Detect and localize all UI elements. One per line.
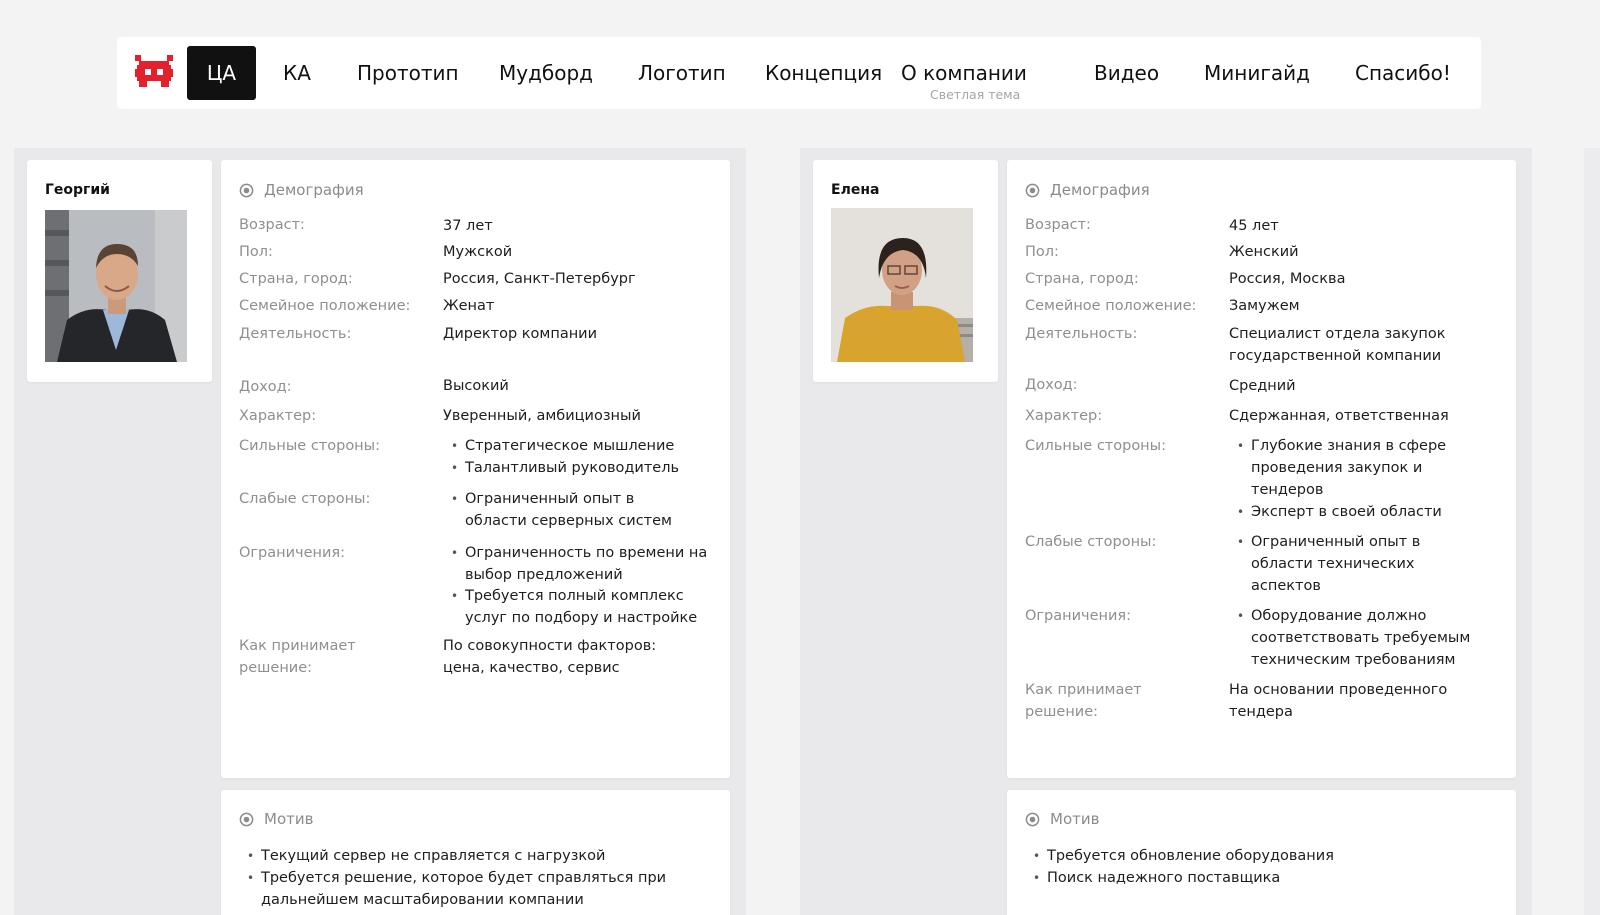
location-value: Россия, Москва <box>1229 271 1346 287</box>
strength-item: Глубокие знания в сфере проведения закуп… <box>1237 435 1466 501</box>
persona-photo-georgy <box>45 210 187 362</box>
strength-item: Талантливый руководитель <box>451 457 715 479</box>
character-value: Сдержанная, ответственная <box>1229 408 1449 424</box>
persona-panel-elena: Елена Демография Возраст: 45 лет Пол: Же… <box>800 148 1532 915</box>
gender-value: Мужской <box>443 244 513 260</box>
character-label: Характер: <box>1025 408 1103 424</box>
motive-title-text: Мотив <box>264 810 314 828</box>
motive-title: Мотив <box>239 810 313 828</box>
strengths-label: Сильные стороны: <box>1025 438 1166 454</box>
strength-item: Стратегическое мышление <box>451 435 715 457</box>
income-value: Высокий <box>443 378 509 394</box>
demographics-title: Демография <box>1025 181 1150 199</box>
nav-tab-ca[interactable]: ЦА <box>187 46 256 100</box>
marital-status-label: Семейное положение: <box>239 298 411 314</box>
persona-panel-georgy: Георгий Демография Возраст: 37 лет Пол: … <box>14 148 746 915</box>
age-value: 45 лет <box>1229 218 1279 234</box>
demographics-title: Демография <box>239 181 364 199</box>
nav-tab-ka[interactable]: КА <box>283 37 311 109</box>
demographics-card: Демография Возраст: 37 лет Пол: Мужской … <box>221 160 730 778</box>
location-label: Страна, город: <box>239 271 353 287</box>
nav-about-subtitle: Светлая тема <box>930 87 1021 102</box>
character-value: Уверенный, амбициозный <box>443 408 641 424</box>
motive-item: Поиск надежного поставщика <box>1033 867 1502 889</box>
income-label: Доход: <box>1025 377 1078 393</box>
age-value: 37 лет <box>443 218 493 234</box>
motive-card: Мотив Требуется обновление оборудования … <box>1007 790 1516 915</box>
motive-item: Текущий сервер не справляется с нагрузко… <box>247 845 716 867</box>
target-icon <box>239 812 254 826</box>
nav-tab-thanks[interactable]: Спасибо! <box>1355 37 1451 109</box>
nav-tab-logo[interactable]: Логотип <box>638 37 726 109</box>
decision-value: По совокупности факторов: цена, качество… <box>443 638 657 676</box>
weakness-item: Ограниченный опыт в области технических … <box>1237 531 1441 597</box>
demographics-card: Демография Возраст: 45 лет Пол: Женский … <box>1007 160 1516 778</box>
marital-status-value: Женат <box>443 298 495 314</box>
target-icon <box>239 183 254 197</box>
motive-title: Мотив <box>1025 810 1099 828</box>
persona-name: Елена <box>831 182 880 198</box>
income-value: Средний <box>1229 378 1296 394</box>
target-icon <box>1025 183 1040 197</box>
occupation-value: Директор компании <box>443 326 598 342</box>
motive-item: Требуется решение, которое будет справля… <box>247 867 701 911</box>
weaknesses-label: Слабые стороны: <box>239 491 371 507</box>
occupation-label: Деятельность: <box>1025 326 1138 342</box>
top-navigation: ЦА КА Прототип Мудборд Логотип Концепция… <box>117 37 1481 109</box>
persona-name: Георгий <box>45 182 110 198</box>
age-label: Возраст: <box>1025 217 1091 233</box>
age-label: Возраст: <box>239 217 305 233</box>
gender-value: Женский <box>1229 244 1299 260</box>
limitation-item: Ограниченность по времени на выбор предл… <box>451 542 715 586</box>
occupation-value: Специалист отдела закупок государственно… <box>1229 326 1446 364</box>
strength-item: Эксперт в своей области <box>1237 501 1491 523</box>
weakness-item: Ограниченный опыт в области серверных си… <box>451 488 690 532</box>
income-label: Доход: <box>239 379 292 395</box>
motive-card: Мотив Текущий сервер не справляется с на… <box>221 790 730 915</box>
nav-tab-video[interactable]: Видео <box>1094 37 1159 109</box>
nav-tab-miniguide[interactable]: Минигайд <box>1204 37 1310 109</box>
demographics-title-text: Демография <box>1050 181 1150 199</box>
weaknesses-label: Слабые стороны: <box>1025 534 1157 550</box>
target-icon <box>1025 812 1040 826</box>
marital-status-value: Замужем <box>1229 298 1300 314</box>
gender-label: Пол: <box>1025 244 1059 260</box>
occupation-label: Деятельность: <box>239 326 352 342</box>
nav-tab-prototype[interactable]: Прототип <box>357 37 459 109</box>
next-panel-edge <box>1584 148 1600 915</box>
pixel-robot-logo-icon[interactable] <box>135 55 173 89</box>
location-label: Страна, город: <box>1025 271 1139 287</box>
nav-tab-moodboard[interactable]: Мудборд <box>499 37 593 109</box>
character-label: Характер: <box>239 408 317 424</box>
demographics-title-text: Демография <box>264 181 364 199</box>
strengths-label: Сильные стороны: <box>239 438 380 454</box>
decision-value: На основании проведенного тендера <box>1229 682 1448 720</box>
limitation-item: Требуется полный комплекс услуг по подбо… <box>451 585 715 629</box>
limitation-item: Оборудование должно соответствовать треб… <box>1237 605 1481 671</box>
persona-profile-card: Елена <box>813 160 998 382</box>
persona-profile-card: Георгий <box>27 160 212 382</box>
gender-label: Пол: <box>239 244 273 260</box>
persona-photo-elena <box>831 208 973 362</box>
motive-item: Требуется обновление оборудования <box>1033 845 1502 867</box>
location-value: Россия, Санкт-Петербург <box>443 271 636 287</box>
nav-tab-concept[interactable]: Концепция <box>765 37 882 109</box>
motive-title-text: Мотив <box>1050 810 1100 828</box>
marital-status-label: Семейное положение: <box>1025 298 1197 314</box>
limitations-label: Ограничения: <box>239 545 346 561</box>
decision-label: Как принимает решение: <box>1025 682 1142 720</box>
decision-label: Как принимает решение: <box>239 638 356 676</box>
limitations-label: Ограничения: <box>1025 608 1132 624</box>
